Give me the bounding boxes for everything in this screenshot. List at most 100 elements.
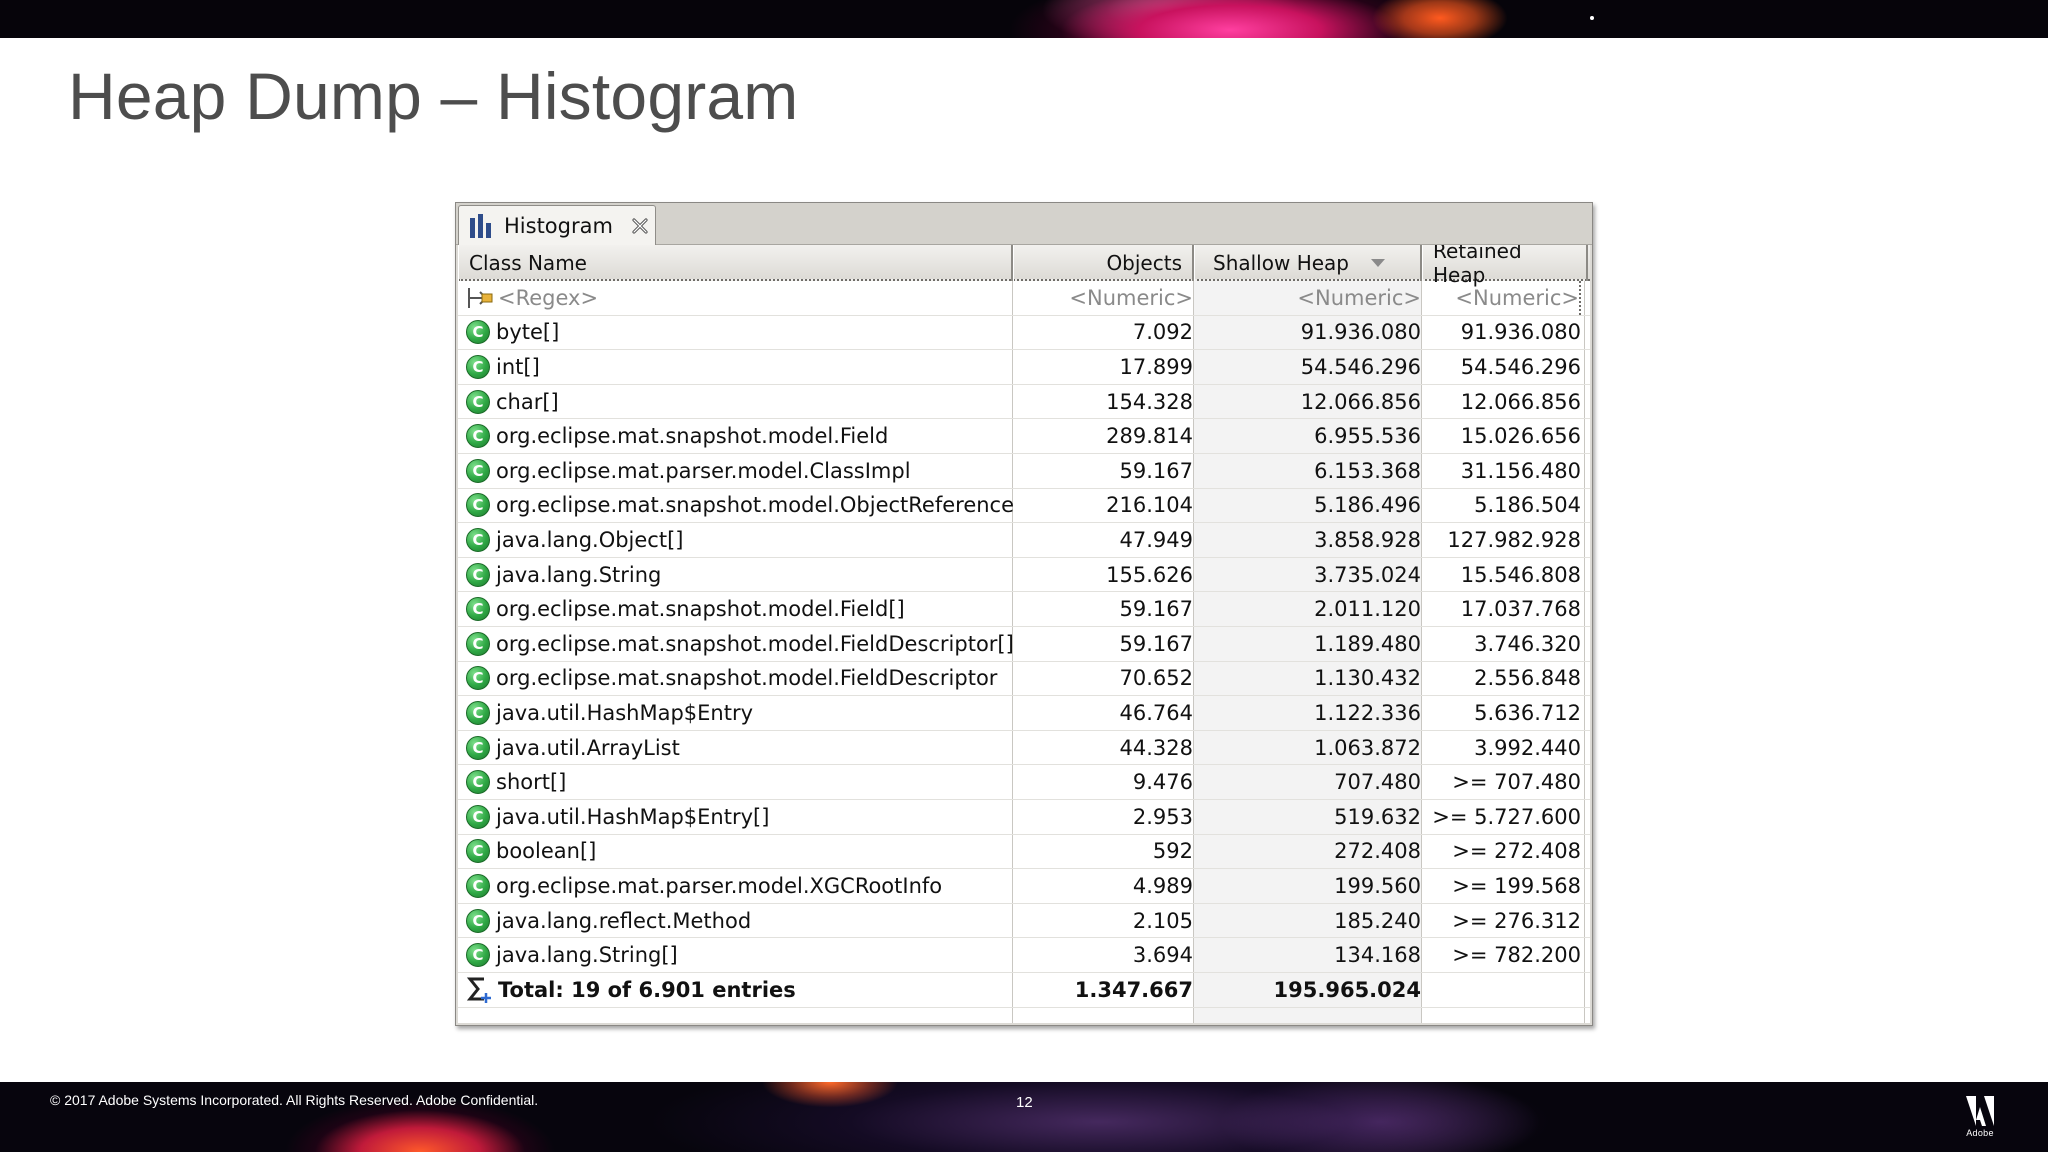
class-icon: C [466,700,490,725]
retained-heap-cell: 15.546.808 [1421,558,1581,592]
shallow-heap-cell-value: 91.936.080 [1300,320,1421,345]
class-name-cell: Cjava.lang.String [466,558,1011,592]
table-row[interactable]: Cjava.lang.reflect.Method 2.105 185.240 >= … [458,904,1590,939]
table-row[interactable]: Corg.eclipse.mat.snapshot.model.ObjectRe… [458,489,1590,524]
class-name: java.lang.Object[] [496,527,684,552]
column-header-shallow-heap[interactable]: Shallow Heap [1194,245,1422,281]
top-banner [0,0,2048,38]
objects-cell: 3.694 [1014,938,1193,972]
table-row[interactable]: Cjava.util.HashMap$Entry 46.764 1.122.336 5… [458,696,1590,731]
table-row[interactable]: Corg.eclipse.mat.snapshot.model.FieldDes… [458,662,1590,697]
objects-cell: 154.328 [1014,385,1193,419]
table-row[interactable]: Cjava.util.ArrayList 44.328 1.063.872 3.992… [458,731,1590,766]
table-row[interactable]: Cjava.util.HashMap$Entry[] 2.953 519.632 >=… [458,800,1590,835]
column-header-retained-heap[interactable]: Retained Heap [1422,245,1588,287]
sort-descending-icon [1371,259,1385,267]
class-name-cell: Cchar[] [466,385,1011,419]
table-row[interactable]: Corg.eclipse.mat.snapshot.model.Field[] 5… [458,592,1590,627]
column-header-label: Objects [1106,251,1182,275]
class-name: boolean[] [496,839,597,864]
retained-heap-cell: 3.992.440 [1421,731,1581,765]
retained-heap-cell: >= 199.568 [1421,869,1581,903]
shallow-heap-cell-value: 272.408 [1334,839,1421,864]
shallow-heap-cell: 1.130.432 [1193,662,1421,696]
class-name: java.lang.String [496,562,662,587]
shallow-heap-cell: 272.408 [1193,835,1421,869]
retained-heap-cell: 31.156.480 [1421,454,1581,488]
sum-icon [466,975,494,1005]
objects-cell-value: 592 [1152,839,1193,864]
table-row[interactable]: Cchar[] 154.328 12.066.856 12.066.856 [458,385,1590,420]
shallow-heap-cell-value: 54.546.296 [1300,354,1421,379]
objects-cell-value: 59.167 [1119,597,1193,622]
objects-cell-value: 46.764 [1119,700,1193,725]
objects-cell-value: 59.167 [1119,458,1193,483]
total-shallow-heap-cell: 195.965.024 [1193,973,1421,1007]
column-header-objects[interactable]: Objects [1013,245,1194,281]
retained-heap-cell-value: 31.156.480 [1460,458,1581,483]
page-title: Heap Dump – Histogram [68,59,799,133]
retained-heap-cell: 17.037.768 [1421,592,1581,626]
retained-heap-cell-value: >= 5.727.600 [1432,804,1581,829]
filter-shallow-heap-input: <Numeric> [1193,281,1421,315]
class-icon: C [466,804,490,829]
filter-shallow-heap-input-value: <Numeric> [1297,285,1421,310]
column-header-label: Class Name [469,251,587,275]
shallow-heap-cell-value: 707.480 [1334,770,1421,795]
shallow-heap-cell: 519.632 [1193,800,1421,834]
class-name-cell: Cjava.util.ArrayList [466,731,1011,765]
class-name: org.eclipse.mat.snapshot.model.FieldDesc… [496,666,998,691]
shallow-heap-cell: 54.546.296 [1193,350,1421,384]
objects-cell-value: 17.899 [1119,354,1193,379]
shallow-heap-cell-value: 3.735.024 [1314,562,1421,587]
retained-heap-cell-value: 3.746.320 [1474,631,1581,656]
column-header-label: Shallow Heap [1213,251,1349,275]
class-name-cell: Cbyte[] [466,316,1011,350]
retained-heap-cell-value: 91.936.080 [1460,320,1581,345]
table-row[interactable]: Corg.eclipse.mat.parser.model.XGCRootInf… [458,869,1590,904]
class-name: java.lang.String[] [496,943,678,968]
objects-cell-value: 2.105 [1132,908,1193,933]
objects-cell: 216.104 [1014,489,1193,523]
table-row[interactable]: Cbyte[] 7.092 91.936.080 91.936.080 [458,316,1590,351]
column-header-class-name[interactable]: Class Name [458,245,1013,281]
shallow-heap-cell-value: 12.066.856 [1300,389,1421,414]
adobe-logo-icon: Adobe [1960,1096,2000,1142]
filter-retained-heap-input: <Numeric> [1421,281,1581,315]
class-name: java.util.ArrayList [496,735,680,760]
table-row[interactable]: Cjava.lang.String 155.626 3.735.024 15.546.… [458,558,1590,593]
filter-regex-input[interactable]: <Regex> [498,286,598,310]
close-icon[interactable] [629,215,651,237]
objects-cell: 46.764 [1014,696,1193,730]
shallow-heap-cell: 91.936.080 [1193,316,1421,350]
filter-class-name-cell[interactable]: <Regex> [466,281,1011,315]
table-row[interactable]: Corg.eclipse.mat.snapshot.model.FieldDes… [458,627,1590,662]
table-row[interactable]: Corg.eclipse.mat.snapshot.model.Field 289… [458,419,1590,454]
retained-heap-cell-value: 5.636.712 [1474,700,1581,725]
filter-row[interactable]: <Regex> <Numeric> <Numeric> <Numeric> [458,281,1590,316]
class-icon: C [466,770,490,795]
table-row[interactable]: Cjava.lang.String[] 3.694 134.168 >= 782.20… [458,938,1590,973]
shallow-heap-cell: 3.735.024 [1193,558,1421,592]
objects-cell: 59.167 [1014,454,1193,488]
class-name: org.eclipse.mat.snapshot.model.Field [496,424,889,449]
retained-heap-cell: >= 272.408 [1421,835,1581,869]
shallow-heap-cell: 2.011.120 [1193,592,1421,626]
shallow-heap-cell: 6.153.368 [1193,454,1421,488]
class-name: char[] [496,389,559,414]
footer-copyright: © 2017 Adobe Systems Incorporated. All R… [50,1092,539,1108]
objects-cell-value: 2.953 [1132,804,1193,829]
class-name: java.lang.reflect.Method [496,908,752,933]
objects-cell-value: 154.328 [1106,389,1193,414]
objects-cell: 2.953 [1014,800,1193,834]
table-row[interactable]: Cint[] 17.899 54.546.296 54.546.296 [458,350,1590,385]
objects-cell-value: 3.694 [1132,943,1193,968]
objects-cell: 44.328 [1014,731,1193,765]
table-row[interactable]: Corg.eclipse.mat.parser.model.ClassImpl 5… [458,454,1590,489]
class-name: org.eclipse.mat.parser.model.XGCRootInfo [496,873,943,898]
table-row[interactable]: Cjava.lang.Object[] 47.949 3.858.928 127.98… [458,523,1590,558]
table-row[interactable]: Cshort[] 9.476 707.480 >= 707.480 [458,765,1590,800]
table-row[interactable]: Cboolean[] 592 272.408 >= 272.408 [458,835,1590,870]
retained-heap-cell: >= 276.312 [1421,904,1581,938]
tab-histogram[interactable]: Histogram [458,205,656,246]
